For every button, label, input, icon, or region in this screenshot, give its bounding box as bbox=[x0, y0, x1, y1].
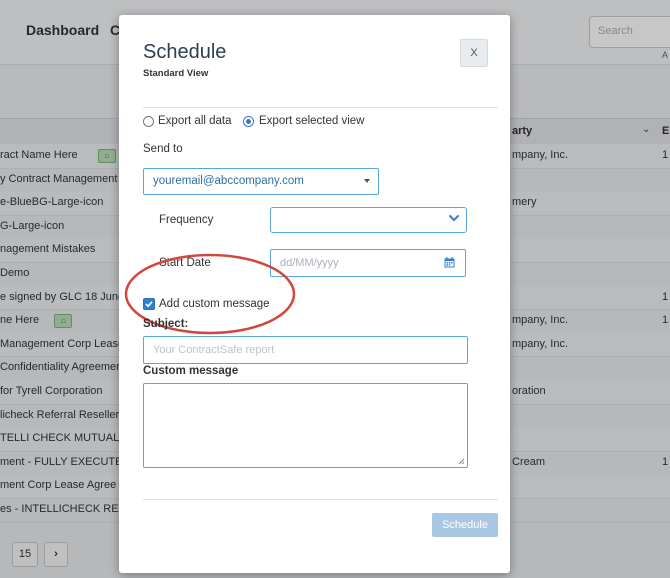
send-to-select[interactable]: youremail@abccompany.com bbox=[143, 168, 379, 195]
caret-down-icon bbox=[364, 179, 370, 183]
frequency-label: Frequency bbox=[159, 214, 214, 226]
subject-placeholder: Your ContractSafe report bbox=[153, 344, 275, 356]
header-divider bbox=[143, 107, 498, 108]
subject-label: Subject: bbox=[143, 318, 189, 330]
export-all-label[interactable]: Export all data bbox=[158, 115, 232, 127]
custom-message-textarea[interactable] bbox=[143, 383, 468, 468]
send-to-label: Send to bbox=[143, 143, 183, 155]
chevron-down-icon bbox=[449, 215, 459, 222]
send-to-value: youremail@abccompany.com bbox=[153, 175, 304, 187]
schedule-button[interactable]: Schedule bbox=[432, 513, 498, 537]
close-button[interactable]: X bbox=[460, 39, 488, 67]
frequency-select[interactable] bbox=[270, 207, 467, 233]
modal-subtitle: Standard View bbox=[143, 68, 209, 79]
footer-divider bbox=[143, 499, 498, 500]
calendar-icon bbox=[444, 257, 455, 268]
schedule-modal: Schedule Standard View X Export all data… bbox=[119, 15, 510, 573]
modal-title: Schedule bbox=[143, 41, 227, 63]
export-selected-radio[interactable] bbox=[243, 116, 254, 127]
resize-grip-icon[interactable] bbox=[458, 458, 465, 465]
date-picker-button[interactable] bbox=[435, 249, 466, 277]
custom-message-label: Custom message bbox=[143, 365, 239, 377]
export-all-radio[interactable] bbox=[143, 116, 154, 127]
subject-input[interactable]: Your ContractSafe report bbox=[143, 336, 468, 364]
export-selected-label[interactable]: Export selected view bbox=[259, 115, 364, 127]
